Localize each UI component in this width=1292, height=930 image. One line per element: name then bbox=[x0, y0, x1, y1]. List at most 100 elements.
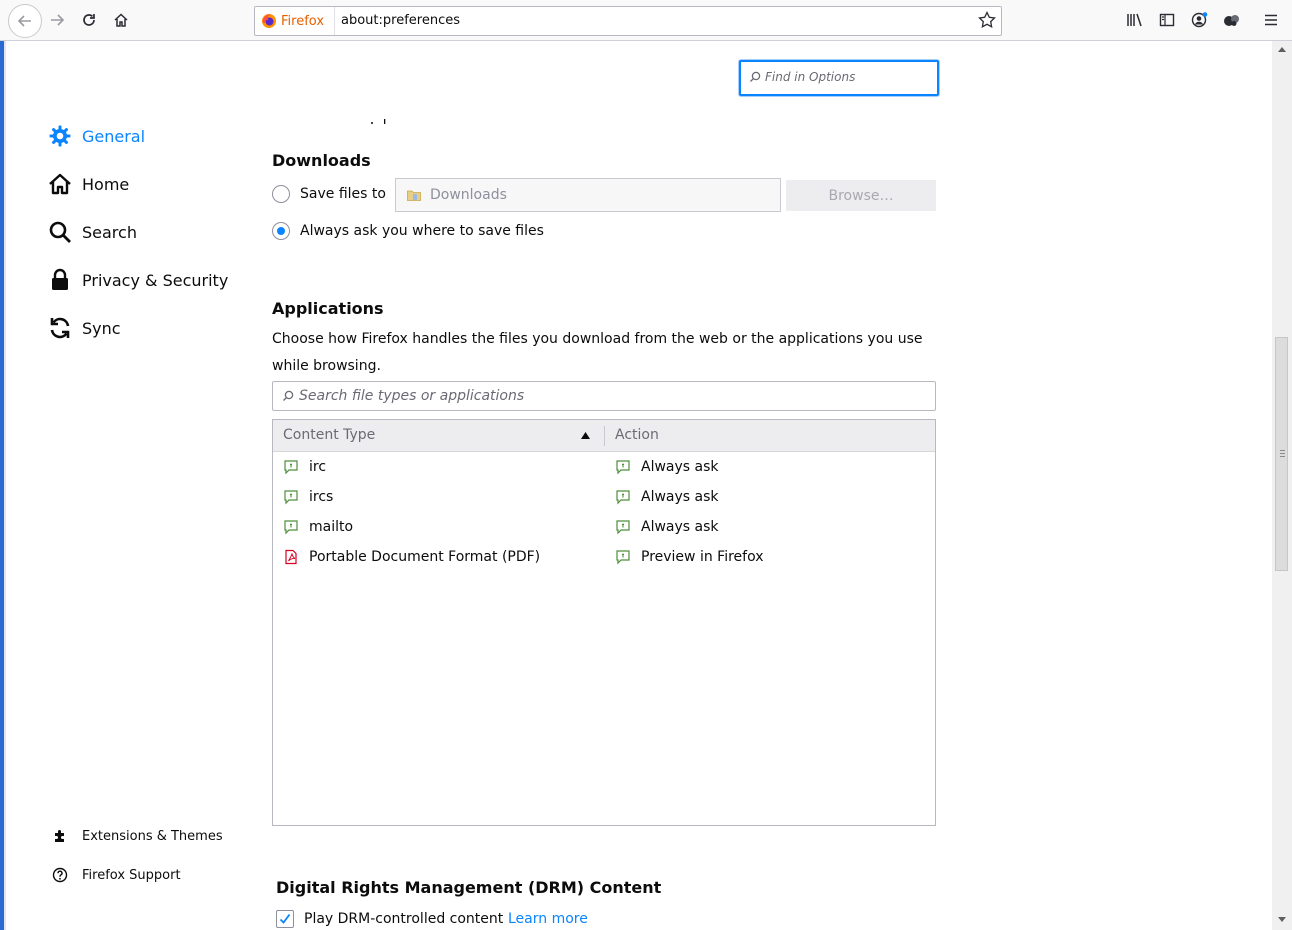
scrolled-content-remnant bbox=[272, 112, 412, 124]
gear-icon bbox=[48, 124, 72, 148]
category-search[interactable]: Search bbox=[48, 217, 137, 247]
save-files-label: Save files to bbox=[300, 186, 386, 202]
extensions-themes-link[interactable]: Extensions & Themes bbox=[52, 825, 223, 847]
table-row[interactable]: irc Always ask bbox=[273, 452, 935, 482]
window-frame-inner bbox=[4, 40, 6, 930]
scrollbar-grip bbox=[1280, 450, 1285, 459]
home-button[interactable] bbox=[106, 5, 136, 35]
checkmark-icon bbox=[279, 913, 291, 924]
chat-icon bbox=[616, 460, 630, 475]
reload-icon bbox=[83, 14, 95, 26]
content-type-text: mailto bbox=[309, 519, 354, 535]
scrollbar-thumb[interactable] bbox=[1275, 337, 1288, 571]
scroll-up-arrow-icon[interactable] bbox=[1278, 47, 1286, 52]
action-column-header[interactable]: Action bbox=[615, 420, 659, 451]
action-text: Always ask bbox=[641, 519, 719, 535]
category-sync[interactable]: Sync bbox=[48, 313, 121, 343]
puzzle-icon bbox=[52, 828, 68, 844]
downloads-heading: Downloads bbox=[272, 151, 371, 170]
home-icon bbox=[114, 13, 128, 27]
download-folder-field: Downloads bbox=[395, 178, 781, 212]
category-sync-label: Sync bbox=[82, 318, 121, 338]
category-privacy-label: Privacy & Security bbox=[82, 270, 229, 290]
firefox-logo-icon bbox=[262, 14, 276, 28]
drm-heading: Digital Rights Management (DRM) Content bbox=[276, 878, 662, 897]
category-search-label: Search bbox=[82, 222, 137, 242]
action-cell[interactable]: Always ask bbox=[615, 482, 719, 512]
table-row[interactable]: Portable Document Format (PDF) Preview i… bbox=[273, 542, 935, 572]
category-general[interactable]: General bbox=[48, 121, 145, 151]
application-filter-input[interactable] bbox=[299, 382, 919, 410]
action-cell[interactable]: Always ask bbox=[615, 452, 719, 482]
sidebar-button[interactable] bbox=[1152, 5, 1182, 35]
menu-button[interactable] bbox=[1256, 5, 1286, 35]
account-button[interactable] bbox=[1184, 5, 1214, 35]
content-type-cell: Portable Document Format (PDF) bbox=[283, 542, 540, 572]
chat-icon bbox=[284, 490, 298, 505]
download-folder-name: Downloads bbox=[430, 187, 507, 203]
extensions-themes-label: Extensions & Themes bbox=[82, 828, 223, 844]
category-home-label: Home bbox=[82, 174, 130, 194]
content-type-cell: ircs bbox=[283, 482, 333, 512]
table-header: Content Type Action bbox=[273, 420, 935, 452]
hamburger-menu-icon bbox=[1265, 14, 1277, 26]
chat-icon bbox=[616, 520, 630, 535]
extension-button[interactable] bbox=[1216, 5, 1246, 35]
radio-circle-selected[interactable] bbox=[272, 222, 290, 240]
sort-ascending-icon bbox=[581, 432, 590, 439]
always-ask-radio[interactable]: Always ask you where to save files bbox=[272, 222, 544, 240]
column-divider[interactable] bbox=[604, 426, 605, 446]
search-icon bbox=[48, 220, 72, 244]
category-privacy[interactable]: Privacy & Security bbox=[48, 265, 228, 295]
reload-button[interactable] bbox=[74, 5, 104, 35]
vertical-scrollbar[interactable] bbox=[1272, 41, 1292, 930]
applications-heading: Applications bbox=[272, 299, 384, 318]
action-cell[interactable]: Preview in Firefox bbox=[615, 542, 764, 572]
action-text: Always ask bbox=[641, 489, 719, 505]
forward-button[interactable] bbox=[42, 5, 72, 35]
content-type-cell: mailto bbox=[283, 512, 353, 542]
find-input[interactable] bbox=[765, 62, 931, 92]
url-bar[interactable]: Firefox about:preferences bbox=[254, 6, 1002, 36]
drm-checkbox[interactable] bbox=[276, 910, 294, 928]
learn-more-link[interactable]: Learn more bbox=[508, 911, 588, 927]
extension-icon bbox=[1224, 15, 1239, 26]
handlers-table: Content Type Action irc Always ask ircs … bbox=[272, 419, 936, 826]
application-filter[interactable] bbox=[272, 381, 936, 411]
arrow-right-icon bbox=[51, 14, 65, 26]
action-cell[interactable]: Always ask bbox=[615, 512, 719, 542]
browse-button[interactable]: Browse… bbox=[786, 180, 936, 211]
table-row[interactable]: ircs Always ask bbox=[273, 482, 935, 512]
scroll-down-arrow-icon[interactable] bbox=[1278, 917, 1286, 922]
lock-icon bbox=[48, 268, 72, 292]
library-icon bbox=[1127, 13, 1142, 27]
home-icon bbox=[48, 172, 72, 196]
navigation-toolbar: Firefox about:preferences bbox=[0, 0, 1292, 41]
table-row[interactable]: mailto Always ask bbox=[273, 512, 935, 542]
library-button[interactable] bbox=[1120, 5, 1150, 35]
category-general-label: General bbox=[82, 126, 146, 146]
sync-icon bbox=[48, 316, 72, 340]
chat-icon bbox=[284, 520, 298, 535]
arrow-left-icon bbox=[17, 15, 31, 27]
category-home[interactable]: Home bbox=[48, 169, 129, 199]
find-in-options[interactable] bbox=[739, 60, 939, 96]
always-ask-label: Always ask you where to save files bbox=[300, 223, 544, 239]
bookmark-star-button[interactable] bbox=[977, 10, 997, 34]
star-icon bbox=[978, 10, 996, 29]
firefox-support-link[interactable]: Firefox Support bbox=[52, 864, 181, 886]
save-files-radio[interactable]: Save files to bbox=[272, 185, 386, 203]
identity-label: Firefox bbox=[281, 13, 325, 29]
radio-circle[interactable] bbox=[272, 185, 290, 203]
drm-checkbox-label[interactable]: Play DRM-controlled content bbox=[304, 911, 503, 927]
chat-icon bbox=[616, 550, 630, 565]
applications-description: Choose how Firefox handles the files you… bbox=[272, 331, 923, 374]
firefox-support-label: Firefox Support bbox=[82, 867, 181, 883]
content-type-text: irc bbox=[309, 459, 327, 475]
content-type-column-header[interactable]: Content Type bbox=[283, 420, 375, 451]
chat-icon bbox=[284, 460, 298, 475]
url-text[interactable]: about:preferences bbox=[341, 7, 460, 35]
search-icon bbox=[750, 71, 761, 82]
identity-box[interactable]: Firefox bbox=[261, 7, 336, 35]
back-button[interactable] bbox=[8, 4, 42, 38]
